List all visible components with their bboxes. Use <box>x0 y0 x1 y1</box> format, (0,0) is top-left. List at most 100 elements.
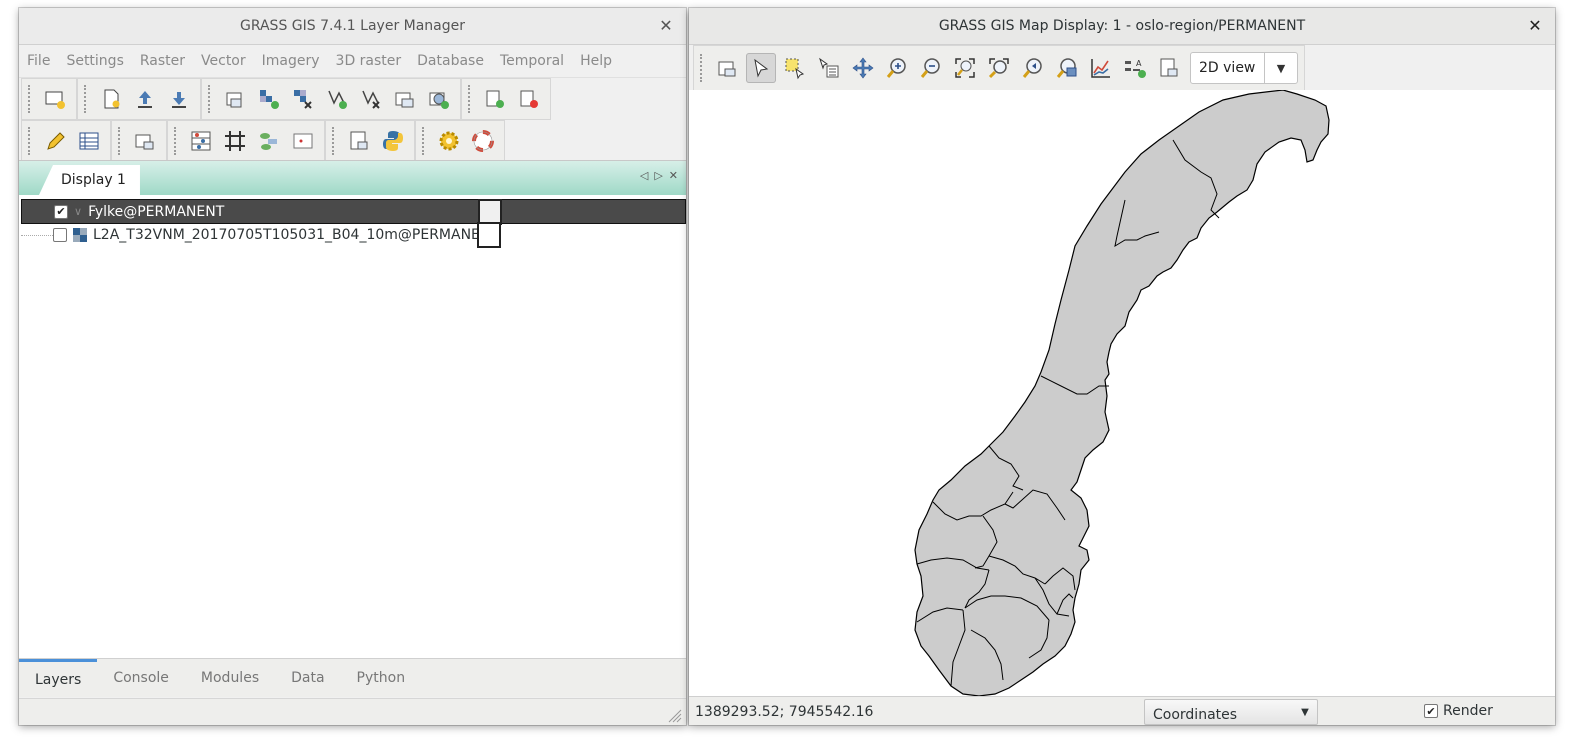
tab-data[interactable]: Data <box>275 659 340 697</box>
python-icon <box>383 131 403 151</box>
tab-modules[interactable]: Modules <box>185 659 275 697</box>
layer-tree-panel: Display 1 ◁ ▷ ✕ ✔ ∨ Fylke@PERMANENT L2A_… <box>19 160 686 659</box>
save-map-button[interactable] <box>1154 53 1184 83</box>
tools-toolbar <box>167 120 325 162</box>
menu-temporal[interactable]: Temporal <box>492 53 572 69</box>
add-vector-type-button[interactable] <box>356 84 386 114</box>
zoom-region-icon <box>988 58 1009 79</box>
chevron-down-icon[interactable]: ▼ <box>1264 53 1297 83</box>
view-mode-select[interactable]: 2D view ▼ <box>1190 52 1298 84</box>
display-tabs: Display 1 ◁ ▷ ✕ <box>19 161 686 195</box>
zoom-in-button[interactable] <box>882 53 912 83</box>
toolbar-grip[interactable] <box>332 127 338 155</box>
add-raster-button[interactable] <box>254 84 284 114</box>
toolbar-grip[interactable] <box>28 127 34 155</box>
tab-display-1[interactable]: Display 1 <box>39 165 140 195</box>
add-multiple-layers-button[interactable] <box>220 84 250 114</box>
add-vector-button[interactable] <box>322 84 352 114</box>
open-workspace-button[interactable] <box>130 84 160 114</box>
save-workspace-button[interactable] <box>164 84 194 114</box>
menu-file[interactable]: File <box>19 53 58 69</box>
zoom-back-icon <box>1022 58 1042 78</box>
layer-row-l2a[interactable]: L2A_T32VNM_20170705T105031_B04_10m@PERMA… <box>21 222 684 248</box>
toolbar-grip[interactable] <box>468 85 474 113</box>
zoom-menu-button[interactable] <box>1052 53 1082 83</box>
query-button[interactable] <box>814 53 844 83</box>
edit-vector-button[interactable] <box>40 126 70 156</box>
pan-button[interactable] <box>848 53 878 83</box>
zoom-region-button[interactable] <box>984 53 1014 83</box>
close-icon[interactable]: ✕ <box>1525 16 1545 36</box>
new-workspace-button[interactable] <box>96 84 126 114</box>
toolbar-grip[interactable] <box>84 85 90 113</box>
toolbar-grip[interactable] <box>700 54 706 82</box>
statusbar-mode-select[interactable]: Coordinates ▼ <box>1144 699 1318 725</box>
cartographic-composer-button[interactable] <box>186 126 216 156</box>
zoom-back-button[interactable] <box>1018 53 1048 83</box>
toolbar-grip[interactable] <box>208 85 214 113</box>
layer-manager-titlebar[interactable]: GRASS GIS 7.4.1 Layer Manager ✕ <box>19 8 686 45</box>
layer-toolbar <box>201 78 461 120</box>
help-button[interactable] <box>468 126 498 156</box>
map-canvas[interactable] <box>689 89 1555 697</box>
render-checkbox[interactable]: ✔ <box>1424 704 1438 718</box>
menu-help[interactable]: Help <box>572 53 620 69</box>
zoom-extent-button[interactable] <box>950 53 980 83</box>
menu-3d-raster[interactable]: 3D raster <box>328 53 410 69</box>
render-map-button[interactable] <box>712 53 742 83</box>
select-button[interactable] <box>780 53 810 83</box>
modeler-icon <box>260 133 277 150</box>
add-group-button[interactable] <box>480 84 510 114</box>
menu-vector[interactable]: Vector <box>193 53 254 69</box>
remove-layer-button[interactable] <box>514 84 544 114</box>
layer-visibility-checkbox[interactable]: ✔ <box>54 204 68 219</box>
menu-imagery[interactable]: Imagery <box>254 53 328 69</box>
chevron-down-icon[interactable]: ▼ <box>1293 707 1317 718</box>
command-icon <box>135 134 154 150</box>
map-svg[interactable] <box>689 89 1555 697</box>
settings-button[interactable] <box>434 126 464 156</box>
render-toggle[interactable]: ✔ Render <box>1424 703 1493 719</box>
layer-options-icon[interactable] <box>477 222 501 248</box>
georectifier-button[interactable] <box>220 126 250 156</box>
toolbar-grip[interactable] <box>28 85 34 113</box>
raster-layer-icon <box>73 227 87 242</box>
graphical-modeler-button[interactable] <box>254 126 284 156</box>
menu-database[interactable]: Database <box>409 53 492 69</box>
toolbar-grip[interactable] <box>422 127 428 155</box>
toolbar-grip[interactable] <box>174 127 180 155</box>
new-display-button[interactable] <box>40 84 70 114</box>
add-legend-button[interactable]: A <box>1120 53 1150 83</box>
launch-script-button[interactable] <box>344 126 374 156</box>
layer-visibility-checkbox[interactable] <box>53 227 67 242</box>
menu-raster[interactable]: Raster <box>132 53 193 69</box>
analyze-button[interactable] <box>1086 53 1116 83</box>
grid-icon <box>225 131 245 151</box>
close-icon[interactable]: ✕ <box>656 16 676 36</box>
attribute-table-button[interactable] <box>74 126 104 156</box>
resize-grip-icon[interactable] <box>666 707 682 723</box>
layer-manager-title: GRASS GIS 7.4.1 Layer Manager <box>239 18 466 34</box>
pointer-button[interactable] <box>746 53 776 83</box>
add-web-service-button[interactable] <box>424 84 454 114</box>
statusbar-mode-value: Coordinates <box>1153 707 1238 723</box>
tab-close-icon[interactable]: ✕ <box>669 169 678 182</box>
map-swipe-button[interactable] <box>288 126 318 156</box>
toolbar-grip[interactable] <box>118 127 124 155</box>
tab-console[interactable]: Console <box>97 659 185 697</box>
add-raster-type-button[interactable] <box>288 84 318 114</box>
scripting-toolbar <box>325 120 415 162</box>
add-overlay-button[interactable] <box>390 84 420 114</box>
tab-next-icon[interactable]: ▷ <box>654 169 662 182</box>
tab-prev-icon[interactable]: ◁ <box>640 169 648 182</box>
layer-manager-button[interactable] <box>130 126 160 156</box>
tab-python[interactable]: Python <box>341 659 422 697</box>
layer-row-fylke[interactable]: ✔ ∨ Fylke@PERMANENT <box>21 199 686 225</box>
menu-settings[interactable]: Settings <box>58 53 131 69</box>
python-shell-button[interactable] <box>378 126 408 156</box>
group-toolbar <box>461 78 551 120</box>
layer-manager-window: GRASS GIS 7.4.1 Layer Manager ✕ File Set… <box>19 8 686 725</box>
zoom-out-button[interactable] <box>916 53 946 83</box>
map-display-titlebar[interactable]: GRASS GIS Map Display: 1 - oslo-region/P… <box>689 8 1555 45</box>
tab-layers[interactable]: Layers <box>19 659 98 697</box>
